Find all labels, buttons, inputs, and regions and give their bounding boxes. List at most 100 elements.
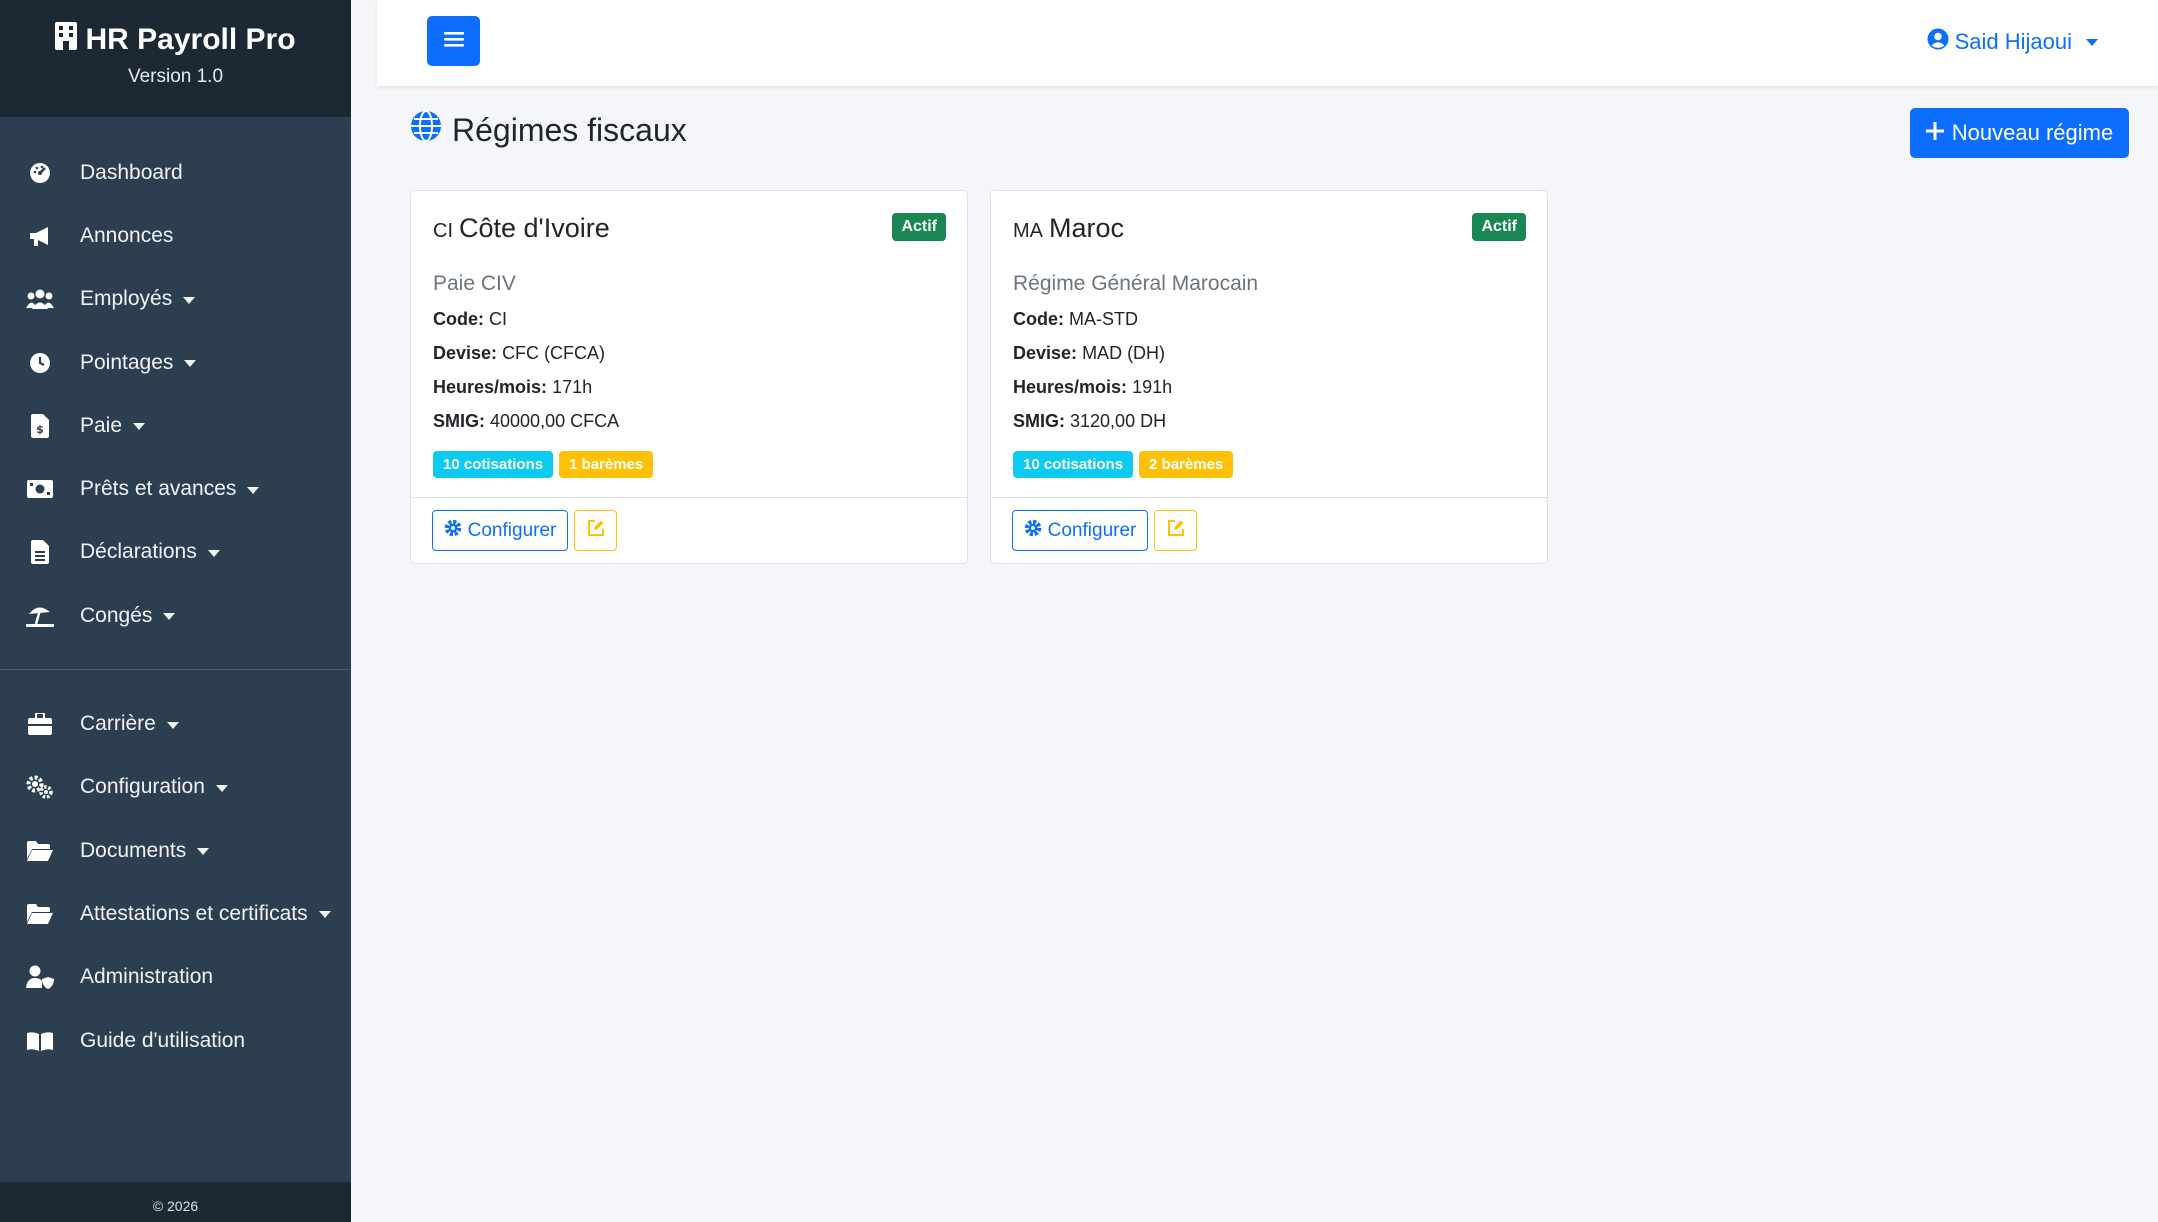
- file-text-icon: [26, 538, 54, 566]
- sidebar-footer: © 2026: [0, 1182, 351, 1222]
- heures-label: Heures/mois:: [433, 377, 548, 397]
- sidebar-item-label: Paie: [80, 413, 123, 437]
- edit-icon: [587, 519, 605, 542]
- user-menu[interactable]: Said Hijaoui: [1927, 28, 2098, 56]
- sidebar-item-documents[interactable]: Documents: [0, 819, 351, 882]
- edit-icon: [1167, 519, 1185, 542]
- menu-toggle-button[interactable]: [427, 16, 480, 66]
- edit-button[interactable]: [1154, 510, 1197, 551]
- sidebar-item-label: Dashboard: [80, 160, 183, 184]
- chevron-down-icon: [207, 549, 220, 557]
- card-title: MA Maroc: [1013, 213, 1525, 244]
- status-badge: Actif: [1472, 213, 1526, 241]
- sidebar-item-label: Configuration: [80, 775, 205, 799]
- sidebar-item-label: Prêts et avances: [80, 477, 237, 501]
- country-name: Côte d'Ivoire: [459, 213, 610, 243]
- regime-name: Régime Général Marocain: [1013, 272, 1259, 295]
- sidebar-item-guide[interactable]: Guide d'utilisation: [0, 1009, 351, 1072]
- user-name: Said Hijaoui: [1954, 29, 2072, 54]
- chevron-down-icon: [318, 911, 331, 919]
- sidebar-item-configuration[interactable]: Configuration: [0, 756, 351, 819]
- sidebar-item-pointages[interactable]: Pointages: [0, 331, 351, 394]
- gear-icon: [1024, 519, 1042, 543]
- sidebar-nav: Dashboard Annonces Employés Pointages $: [0, 117, 351, 1072]
- status-badge: Actif: [892, 213, 946, 241]
- baremes-badge: 1 barèmes: [559, 451, 654, 478]
- baremes-badge: 2 barèmes: [1139, 451, 1234, 478]
- code-line: Code: MA-STD: [1013, 309, 1525, 330]
- chevron-down-icon: [184, 360, 197, 368]
- chevron-down-icon: [197, 848, 210, 856]
- app-version: Version 1.0: [127, 66, 224, 87]
- heures-line: Heures/mois: 191h: [1013, 377, 1525, 398]
- brand: HR Payroll Pro Version 1.0: [0, 0, 351, 117]
- regime-name: Paie CIV: [433, 272, 516, 295]
- country-code: CI: [433, 220, 453, 242]
- sidebar-item-administration[interactable]: Administration: [0, 946, 351, 1009]
- sidebar-item-annonces[interactable]: Annonces: [0, 204, 351, 267]
- page-title: Régimes fiscaux: [410, 110, 687, 150]
- regime-card: MA Maroc Actif Régime Général Marocain Co…: [990, 190, 1548, 564]
- sidebar-item-label: Congés: [80, 603, 153, 627]
- cotisations-badge: 10 cotisations: [433, 451, 554, 478]
- new-regime-button[interactable]: Nouveau régime: [1910, 108, 2129, 158]
- card-body: CI Côte d'Ivoire Actif Paie CIV Code: CI …: [411, 191, 967, 499]
- gear-icon: [444, 519, 462, 543]
- devise-value: MAD (DH): [1082, 343, 1166, 363]
- svg-text:$: $: [36, 423, 44, 436]
- invoice-dollar-icon: $: [26, 412, 54, 440]
- devise-line: Devise: MAD (DH): [1013, 343, 1525, 364]
- devise-line: Devise: CFC (CFCA): [433, 343, 945, 364]
- sidebar-item-carriere[interactable]: Carrière: [0, 692, 351, 755]
- code-label: Code:: [1013, 309, 1064, 329]
- cotisations-badge: 10 cotisations: [1013, 451, 1134, 478]
- edit-button[interactable]: [574, 510, 617, 551]
- heures-label: Heures/mois:: [1013, 377, 1128, 397]
- card-body: MA Maroc Actif Régime Général Marocain Co…: [991, 191, 1547, 499]
- heures-line: Heures/mois: 171h: [433, 377, 945, 398]
- sidebar-item-label: Attestations et certificats: [80, 901, 308, 925]
- sidebar-item-declarations[interactable]: Déclarations: [0, 521, 351, 584]
- users-icon: [26, 285, 54, 313]
- heures-value: 171h: [552, 377, 593, 397]
- sidebar-item-label: Guide d'utilisation: [80, 1028, 246, 1052]
- user-shield-icon: [26, 963, 54, 991]
- sidebar-item-employes[interactable]: Employés: [0, 268, 351, 331]
- code-value: MA-STD: [1069, 309, 1139, 329]
- devise-value: CFC (CFCA): [502, 343, 606, 363]
- hamburger-icon: [443, 31, 464, 52]
- configure-button[interactable]: Configurer: [432, 510, 568, 551]
- sidebar-item-prets[interactable]: Prêts et avances: [0, 457, 351, 520]
- sidebar-item-attestations[interactable]: Attestations et certificats: [0, 882, 351, 945]
- dashboard-icon: [26, 159, 54, 187]
- configure-label: Configurer: [1047, 519, 1137, 541]
- money-bill-icon: [26, 475, 54, 503]
- app-title: HR Payroll Pro: [85, 23, 296, 56]
- chevron-down-icon: [163, 613, 176, 621]
- configure-button[interactable]: Configurer: [1012, 510, 1148, 551]
- cogs-icon: [26, 773, 54, 801]
- chevron-down-icon: [133, 423, 146, 431]
- country-code: MA: [1013, 220, 1043, 242]
- plus-icon: [1925, 120, 1944, 146]
- sidebar-divider: [0, 669, 351, 671]
- page-title-text: Régimes fiscaux: [452, 111, 687, 148]
- sidebar-item-label: Documents: [80, 838, 187, 862]
- umbrella-beach-icon: [26, 602, 54, 630]
- chevron-down-icon: [166, 721, 179, 729]
- sidebar-item-label: Annonces: [80, 223, 174, 247]
- sidebar-item-label: Carrière: [80, 712, 156, 736]
- badges: 10 cotisations 1 barèmes: [433, 451, 945, 478]
- megaphone-icon: [26, 222, 54, 250]
- devise-label: Devise:: [1013, 343, 1078, 363]
- sidebar-item-paie[interactable]: $ Paie: [0, 394, 351, 457]
- new-regime-label: Nouveau régime: [1951, 120, 2114, 145]
- sidebar-item-conges[interactable]: Congés: [0, 584, 351, 647]
- globe-icon: [410, 110, 442, 150]
- sidebar-item-dashboard[interactable]: Dashboard: [0, 141, 351, 204]
- brand-title[interactable]: HR Payroll Pro: [0, 22, 351, 58]
- user-circle-icon: [1927, 28, 1949, 56]
- sidebar: HR Payroll Pro Version 1.0 Dashboard Ann…: [0, 0, 351, 1222]
- smig-label: SMIG:: [1013, 411, 1065, 431]
- code-label: Code:: [433, 309, 484, 329]
